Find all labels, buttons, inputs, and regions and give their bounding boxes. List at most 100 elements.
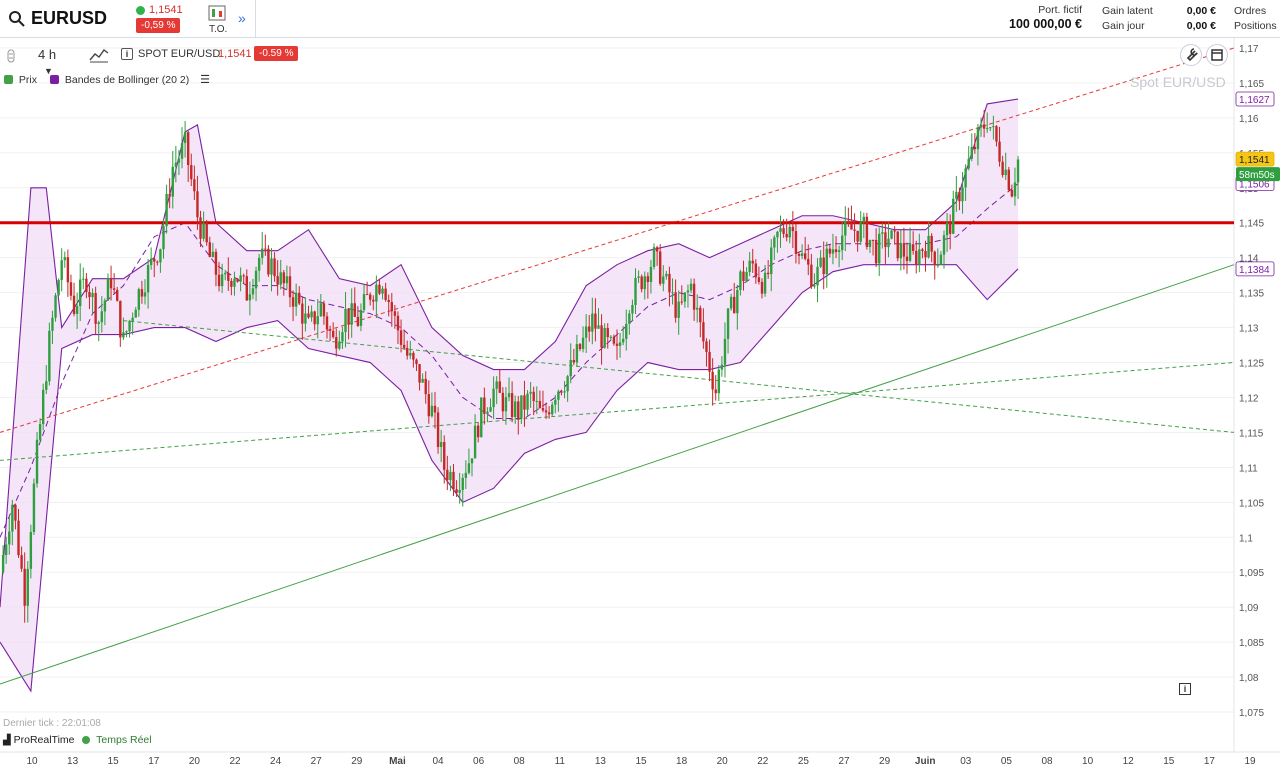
candle-body xyxy=(899,243,903,259)
info-icon[interactable]: i xyxy=(1179,683,1191,695)
candle-body xyxy=(14,504,17,521)
candle-body xyxy=(143,292,147,297)
candle-body xyxy=(757,277,761,282)
candle-body xyxy=(523,395,526,410)
drag-handle-icon[interactable] xyxy=(6,49,16,63)
candle-body xyxy=(109,278,113,289)
y-tick-label: 1,16 xyxy=(1239,114,1259,125)
candle-body xyxy=(708,351,711,372)
candle-body xyxy=(773,237,776,248)
candle-body xyxy=(325,316,329,330)
candle-body xyxy=(989,127,992,129)
candle-body xyxy=(547,412,551,415)
candle-body xyxy=(699,307,702,323)
candle-body xyxy=(606,328,609,338)
candle-body xyxy=(66,257,70,283)
candle-body xyxy=(94,292,97,324)
candle-body xyxy=(128,320,131,332)
candle-body xyxy=(964,168,967,188)
chart-type-icon[interactable] xyxy=(89,46,109,64)
x-tick-label: 19 xyxy=(1244,756,1256,767)
candle-body xyxy=(301,303,304,324)
x-tick-label: 17 xyxy=(1204,756,1216,767)
candle-body xyxy=(526,393,529,410)
x-tick-label: 13 xyxy=(67,756,79,767)
candle-body xyxy=(412,352,415,360)
candle-body xyxy=(122,332,125,338)
y-tick-label: 1,17 xyxy=(1239,44,1259,55)
candle-body xyxy=(193,179,196,192)
candle-body xyxy=(948,222,952,234)
candle-body xyxy=(770,247,773,275)
candle-body xyxy=(828,248,832,254)
candle-body xyxy=(871,239,875,241)
candle-body xyxy=(396,315,400,331)
candle-body xyxy=(621,338,625,343)
calendar-button[interactable] xyxy=(1206,44,1228,66)
candle-body xyxy=(483,397,486,414)
candle-body xyxy=(72,295,76,314)
candle-body xyxy=(967,158,970,169)
candle-body xyxy=(736,289,739,314)
x-tick-label: 05 xyxy=(1001,756,1013,767)
candle-body xyxy=(665,273,668,277)
timeframe-select[interactable]: 4 h ▼ xyxy=(30,44,80,76)
candle-body xyxy=(569,360,572,377)
candle-body xyxy=(779,228,782,232)
wrench-button[interactable] xyxy=(1180,44,1202,66)
candle-body xyxy=(202,223,205,239)
x-tick-label: 10 xyxy=(26,756,38,767)
candle-body xyxy=(637,276,640,278)
candle-body xyxy=(427,394,431,417)
candle-body xyxy=(137,289,141,310)
y-tick-label: 1,115 xyxy=(1239,428,1264,439)
candle-body xyxy=(322,303,326,317)
candle-body xyxy=(532,391,535,401)
candle-body xyxy=(492,388,495,408)
candle-body xyxy=(822,257,825,275)
candle-body xyxy=(418,364,421,383)
candle-body xyxy=(541,407,545,411)
candle-body xyxy=(890,230,893,239)
x-tick-label: 08 xyxy=(1041,756,1053,767)
candle-body xyxy=(930,235,933,252)
list-icon[interactable]: ☰ xyxy=(200,73,210,86)
candle-body xyxy=(156,261,159,263)
candle-body xyxy=(831,249,835,254)
candle-body xyxy=(588,326,591,332)
candle-body xyxy=(643,276,646,290)
candle-body xyxy=(146,264,150,293)
candle-body xyxy=(476,425,480,438)
legend-swatch-bollinger xyxy=(49,75,59,84)
candle-body xyxy=(955,191,958,199)
candle-body xyxy=(174,162,178,167)
candle-body xyxy=(402,344,406,348)
candle-body xyxy=(406,347,409,356)
countdown-text: 58m50s xyxy=(1239,170,1275,181)
candle-body xyxy=(57,280,60,296)
candle-body xyxy=(677,301,680,318)
candle-body xyxy=(254,270,258,289)
candle-body xyxy=(939,254,943,265)
candle-body xyxy=(257,257,261,271)
x-tick-label: 27 xyxy=(838,756,850,767)
candle-body xyxy=(615,343,619,346)
candle-body xyxy=(628,313,631,324)
candle-body xyxy=(341,332,344,342)
candle-body xyxy=(8,531,11,545)
candle-body xyxy=(538,400,542,408)
candle-body xyxy=(393,311,397,316)
candle-body xyxy=(23,568,26,606)
realtime-dot xyxy=(82,736,91,745)
instrument-change-badge: -0.59 % xyxy=(254,46,299,61)
price-chart[interactable]: 1,171,1651,161,1551,151,1451,141,1351,13… xyxy=(0,0,1280,769)
candle-body xyxy=(911,244,915,251)
candle-body xyxy=(816,266,819,286)
candle-body xyxy=(97,322,100,324)
candle-body xyxy=(986,128,989,130)
legend-price-label[interactable]: Prix xyxy=(19,74,37,86)
x-tick-label: 06 xyxy=(473,756,485,767)
legend-bollinger-label[interactable]: Bandes de Bollinger (20 2) xyxy=(65,74,189,86)
candle-body xyxy=(748,260,751,273)
instrument-info-icon[interactable]: i xyxy=(121,48,133,60)
